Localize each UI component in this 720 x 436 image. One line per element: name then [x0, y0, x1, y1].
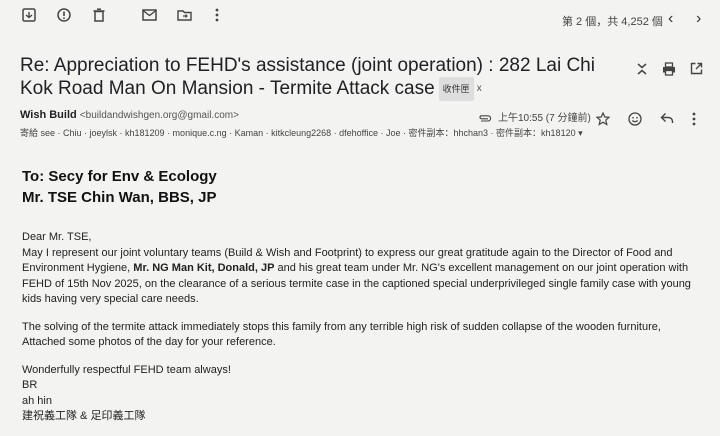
email-body: Dear Mr. TSE, May I represent our joint … — [22, 230, 702, 425]
inbox-label[interactable]: 收件匣 — [438, 77, 474, 101]
more-icon[interactable] — [206, 4, 228, 26]
print-icon[interactable] — [662, 62, 676, 76]
next-icon[interactable]: › — [696, 10, 701, 28]
toolbar: 第 2 個，共 4,252 個 ‹ › — [0, 0, 720, 40]
signer-name: ah hin — [22, 394, 52, 407]
sender-email: <buildandwishgen.org@gmail.com> — [79, 110, 239, 121]
subject-actions — [636, 62, 703, 76]
paragraph-2-line-2: Attached some photos of the day for your… — [22, 336, 276, 348]
pager-text: 第 2 個，共 4,252 個 — [562, 16, 663, 28]
report-spam-icon[interactable] — [53, 4, 75, 26]
addressee-name: Mr. TSE Chin Wan, BBS, JP — [22, 189, 217, 206]
sender[interactable]: Wish Build <buildandwishgen.org@gmail.co… — [20, 109, 239, 121]
reply-icon[interactable] — [660, 112, 674, 126]
collapse-icon[interactable] — [636, 62, 648, 76]
more-options-icon[interactable] — [692, 112, 696, 126]
to-line: To: Secy for Env & Ecology — [22, 168, 217, 185]
attachment-icon — [478, 114, 492, 122]
subject-text: Re: Appreciation to FEHD's assistance (j… — [20, 55, 595, 100]
salutation: Dear Mr. TSE, — [22, 231, 92, 243]
remove-label-icon[interactable]: x — [477, 83, 482, 94]
br: BR — [22, 379, 38, 391]
mark-unread-icon[interactable] — [138, 4, 160, 26]
message-actions — [596, 112, 696, 126]
star-icon[interactable] — [596, 112, 610, 126]
email-time: 上午10:55 (7 分鐘前) — [498, 113, 591, 124]
email-subject: Re: Appreciation to FEHD's assistance (j… — [20, 55, 620, 101]
director-name: Mr. NG Man Kit, Donald, JP — [133, 262, 275, 274]
delete-icon[interactable] — [88, 4, 110, 26]
emoji-reaction-icon[interactable] — [628, 112, 642, 126]
paragraph-2-line-1: The solving of the termite attack immedi… — [22, 320, 661, 333]
previous-icon[interactable]: ‹ — [668, 10, 673, 28]
signature: 建祝義工隊 & 足印義工隊 — [22, 410, 146, 422]
addressee-block: To: Secy for Env & Ecology Mr. TSE Chin … — [22, 166, 217, 208]
recipients-line[interactable]: 寄給 see · Chiu · joeylsk · kh181209 · mon… — [20, 126, 583, 139]
archive-icon[interactable] — [18, 4, 40, 26]
sender-name: Wish Build — [20, 109, 77, 121]
closing: Wonderfully respectful FEHD team always! — [22, 363, 231, 376]
open-new-window-icon[interactable] — [690, 62, 703, 76]
email-time-block: 上午10:55 (7 分鐘前) — [478, 109, 591, 124]
move-to-icon[interactable] — [173, 4, 195, 26]
paragraph-1: May I represent our joint voluntary team… — [22, 246, 702, 308]
